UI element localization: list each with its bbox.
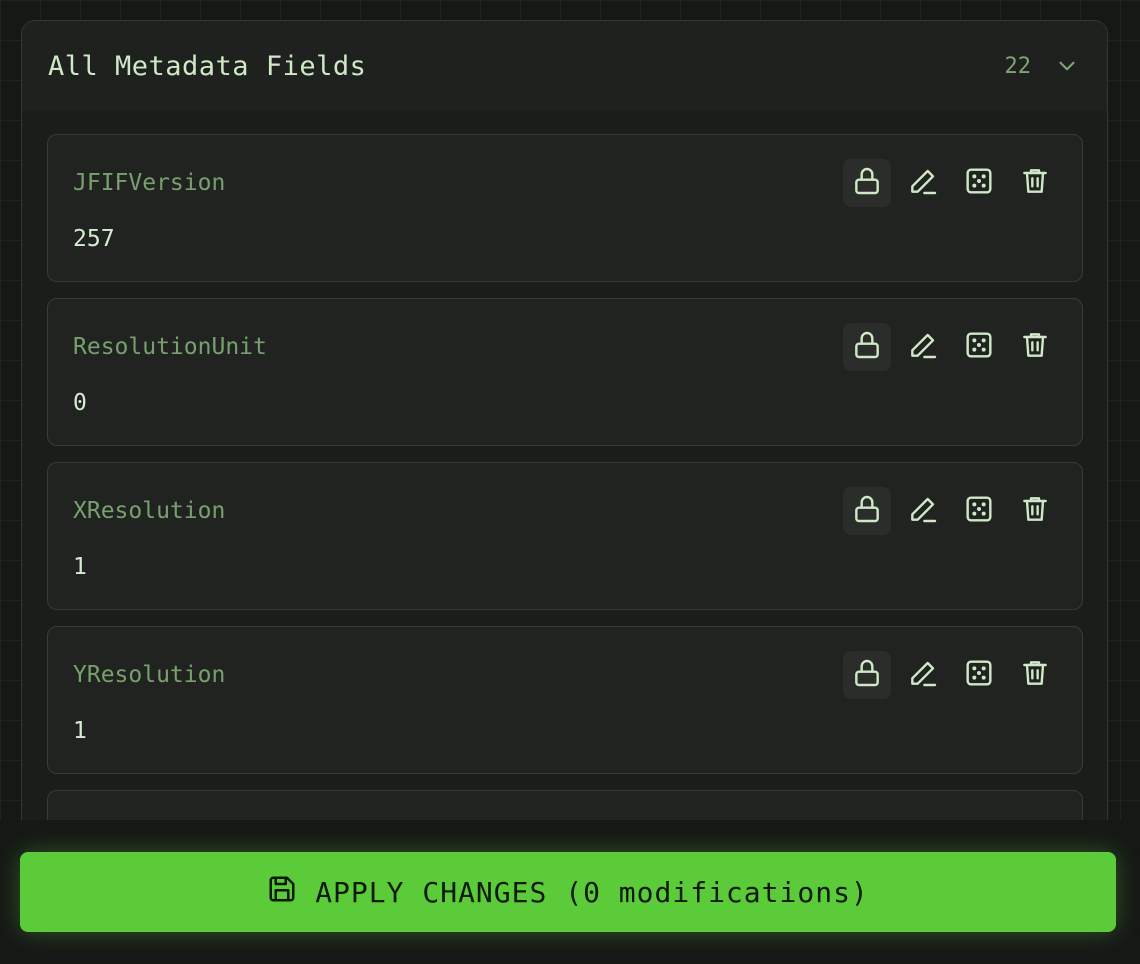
field-name: XResolution (73, 498, 226, 524)
field-list: JFIFVersion 257 ResolutionUnit 0 XResolu… (47, 134, 1083, 849)
field-actions (843, 487, 1059, 535)
field-name: ResolutionUnit (73, 334, 267, 360)
pencil-icon (907, 493, 939, 529)
panel-header[interactable]: All Metadata Fields 22 (22, 21, 1107, 111)
randomize-button[interactable] (955, 323, 1003, 371)
delete-button[interactable] (1011, 651, 1059, 699)
field-card: XResolution 1 (47, 462, 1083, 610)
lock-button[interactable] (843, 487, 891, 535)
header-right: 22 (1005, 52, 1082, 80)
field-actions (843, 159, 1059, 207)
pencil-icon (907, 657, 939, 693)
field-value[interactable]: 0 (73, 390, 87, 416)
apply-changes-label: APPLY CHANGES (0 modifications) (315, 875, 869, 909)
field-card: YResolution 1 (47, 626, 1083, 774)
dice-icon (963, 329, 995, 365)
field-value[interactable]: 1 (73, 554, 87, 580)
lock-icon (851, 657, 883, 693)
field-value[interactable]: 1 (73, 718, 87, 744)
pencil-icon (907, 329, 939, 365)
edit-button[interactable] (899, 651, 947, 699)
panel-title: All Metadata Fields (48, 50, 367, 82)
trash-icon (1019, 165, 1051, 201)
edit-button[interactable] (899, 159, 947, 207)
dice-icon (963, 493, 995, 529)
trash-icon (1019, 657, 1051, 693)
apply-changes-button[interactable]: APPLY CHANGES (0 modifications) (20, 852, 1116, 932)
lock-button[interactable] (843, 159, 891, 207)
delete-button[interactable] (1011, 159, 1059, 207)
save-icon (267, 874, 297, 911)
lock-icon (851, 493, 883, 529)
dice-icon (963, 657, 995, 693)
lock-icon (851, 329, 883, 365)
trash-icon (1019, 329, 1051, 365)
pencil-icon (907, 165, 939, 201)
field-actions (843, 323, 1059, 371)
randomize-button[interactable] (955, 651, 1003, 699)
edit-button[interactable] (899, 323, 947, 371)
dice-icon (963, 165, 995, 201)
trash-icon (1019, 493, 1051, 529)
randomize-button[interactable] (955, 487, 1003, 535)
field-count: 22 (1004, 53, 1032, 79)
edit-button[interactable] (899, 487, 947, 535)
field-card: JFIFVersion 257 (47, 134, 1083, 282)
field-name: YResolution (73, 662, 226, 688)
field-card: ResolutionUnit 0 (47, 298, 1083, 446)
field-value[interactable]: 257 (73, 226, 115, 252)
randomize-button[interactable] (955, 159, 1003, 207)
field-actions (843, 651, 1059, 699)
lock-icon (851, 165, 883, 201)
chevron-down-icon[interactable] (1053, 52, 1081, 80)
lock-button[interactable] (843, 323, 891, 371)
metadata-panel: All Metadata Fields 22 JFIFVersion 257 R… (21, 20, 1108, 850)
lock-button[interactable] (843, 651, 891, 699)
delete-button[interactable] (1011, 323, 1059, 371)
delete-button[interactable] (1011, 487, 1059, 535)
field-name: JFIFVersion (73, 170, 226, 196)
